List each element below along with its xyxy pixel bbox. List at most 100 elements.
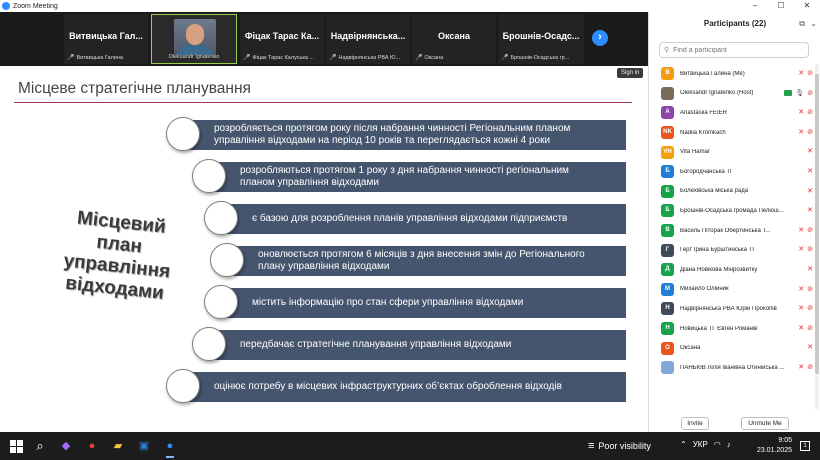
video-tile[interactable]: Оксана 🎤 Оксана (412, 14, 496, 64)
participant-name: Oleksandr Ignatenko (Host) (680, 90, 754, 97)
participant-search[interactable]: ⚲ (659, 42, 809, 58)
mic-muted-icon: ✕ (807, 265, 813, 273)
video-tile[interactable]: Брошнів-Осадс... 🎤 Брошнів-Осадська гр... (498, 14, 584, 64)
participant-row[interactable]: Б Болехівська міська рада ✕ (649, 182, 815, 202)
avatar: О (661, 341, 674, 355)
video-tile[interactable]: Надвірнянська... 🎤 Надвірнянська РВА Ю... (326, 14, 410, 64)
video-tile-active-speaker[interactable]: Oleksandr Ignatenko (151, 14, 237, 64)
zoom-taskbar-icon[interactable]: ● (162, 438, 178, 458)
participant-name: Надвірнянська РВА Юрій Прокопів (680, 305, 777, 312)
avatar: NK (661, 126, 674, 140)
unmute-me-button[interactable]: Unmute Me (741, 417, 789, 430)
search-icon: ⚲ (664, 47, 670, 54)
participant-status-icons: ✕ (807, 187, 813, 195)
slide-title-rule (14, 102, 632, 103)
video-off-icon: ⊘ (807, 226, 813, 234)
video-tile[interactable]: Фіцак Тарас Ка... 🎤 Фіцак Тарас Калуська … (240, 14, 324, 64)
participant-name: ПАНЬКІВ Лілія Іванівна Отинійська ... (680, 364, 785, 371)
video-strip: Витвицька Гал... 🎤 Витвицька Галина Oleks… (0, 12, 648, 66)
participant-row[interactable]: Н Надвірнянська РВА Юрій Прокопів ✕ ⊘ (649, 299, 815, 319)
slide-list-item: оновлюється протягом 6 місяців з дня вне… (228, 246, 626, 276)
invite-button[interactable]: Invite (681, 417, 709, 430)
participants-list: В Витвицька Галина (Me) ✕ ⊘ Oleksandr Ignate… (649, 64, 815, 378)
close-icon[interactable]: ✕ (794, 0, 820, 12)
chevron-down-icon[interactable]: ⌄ (810, 12, 817, 36)
system-tray: ⌃ УКР ◠ ♪ (680, 440, 731, 449)
chrome-icon[interactable]: ● (84, 438, 100, 454)
outlook-icon[interactable]: ▣ (136, 438, 152, 454)
item-line: управління відходами на період 10 років … (214, 135, 551, 146)
mic-muted-icon: 🎤 (415, 55, 423, 61)
participant-row[interactable]: Н Новицька ТГ Євген Романів ✕ ⊘ (649, 319, 815, 339)
tile-name: Надвірнянська... (330, 31, 406, 41)
tile-subtitle: Oleksandr Ignatenko (168, 54, 220, 60)
bullet-circle (204, 285, 238, 319)
participants-footer: Invite Unmute Me (649, 412, 820, 432)
participant-row[interactable]: Б Брошнів-Осадська громада Пелюш... ✕ (649, 201, 815, 221)
slide-title: Місцеве стратегічне планування (18, 80, 251, 97)
weather-widget[interactable]: ≡ Poor visibility (588, 440, 651, 452)
participant-row[interactable]: В Витвицька Галина (Me) ✕ ⊘ (649, 64, 815, 84)
window-title: Zoom Meeting (13, 2, 58, 10)
tile-name: Фіцак Тарас Ка... (244, 31, 320, 41)
clock[interactable]: 9:05 23.01.2025 (752, 436, 792, 456)
participant-row[interactable]: Б Богородчанська ТГ ✕ (649, 162, 815, 182)
item-line: є базою для розроблення планів управлінн… (252, 213, 568, 224)
chevron-up-icon[interactable]: ⌃ (680, 440, 687, 449)
participants-scrollbar[interactable] (815, 64, 819, 409)
mic-muted-icon: ✕ (798, 128, 805, 136)
search-input[interactable] (673, 46, 794, 54)
minimize-icon[interactable]: – (742, 0, 768, 12)
mic-muted-icon: ✕ (807, 207, 813, 215)
language-indicator[interactable]: УКР (693, 440, 708, 449)
participants-header: Participants (22) ⧉ ⌄ (649, 12, 820, 36)
participant-row[interactable]: Oleksandr Ignatenko (Host) 🎙 ⊘ (649, 84, 815, 104)
participant-row[interactable]: Г Герт Ірина Бурштинська ТГ ✕ ⊘ (649, 240, 815, 260)
participant-name: Болехівська міська рада (680, 188, 749, 195)
participant-status-icons: 🎙 ⊘ (784, 89, 813, 97)
avatar: М (661, 282, 674, 296)
window-titlebar: Zoom Meeting – ☐ ✕ (0, 0, 820, 12)
avatar (661, 86, 674, 100)
windows-start-icon[interactable] (8, 438, 24, 454)
mic-muted-icon: ✕ (798, 70, 805, 77)
scrollbar-thumb[interactable] (815, 74, 819, 374)
sign-in-button[interactable]: Sign in (617, 68, 644, 78)
slide-list-item: містить інформацію про стан сфери управл… (222, 288, 626, 318)
participant-name: Anastasiia FEIER (680, 109, 728, 116)
participant-name: Оксана (680, 345, 701, 352)
participant-row[interactable]: ПАНЬКІВ Лілія Іванівна Отинійська ... ✕ ⊘ (649, 358, 815, 378)
file-explorer-icon[interactable]: ▰ (110, 438, 126, 454)
avatar: A (661, 106, 674, 120)
search-icon[interactable]: ⌕ (32, 438, 48, 454)
bullet-circle (192, 327, 226, 361)
wifi-icon[interactable]: ◠ (714, 440, 721, 449)
bullet-circle (166, 369, 200, 403)
next-page-button[interactable]: › (592, 30, 608, 46)
mic-muted-icon: ✕ (798, 285, 805, 293)
copilot-icon[interactable]: ◆ (58, 438, 74, 454)
clock-date: 23.01.2025 (756, 447, 792, 454)
notification-icon[interactable]: 1 (800, 441, 810, 451)
participant-name: Nadiia Kromkach (680, 129, 726, 136)
participant-status-icons: ✕ ⊘ (798, 324, 813, 332)
avatar: Б (661, 184, 674, 198)
participant-status-icons: ✕ (807, 167, 813, 175)
participant-row[interactable]: VH Vita Hamar ✕ (649, 142, 815, 162)
participant-name: Новицька ТГ Євген Романів (680, 325, 758, 332)
volume-icon[interactable]: ♪ (727, 440, 731, 449)
video-on-icon (784, 89, 793, 96)
participant-row[interactable]: A Anastasiia FEIER ✕ ⊘ (649, 103, 815, 123)
mic-muted-icon: ✕ (807, 344, 813, 352)
participant-row[interactable]: Д Діана Новікова Мінрозвитку ✕ (649, 260, 815, 280)
video-tile[interactable]: Витвицька Гал... 🎤 Витвицька Галина (64, 14, 148, 64)
mic-muted-icon: ✕ (798, 246, 805, 254)
pop-out-icon[interactable]: ⧉ (799, 12, 805, 36)
item-line: планом управління відходами (240, 177, 379, 188)
participant-row[interactable]: NK Nadiia Kromkach ✕ ⊘ (649, 123, 815, 143)
participant-row[interactable]: В Василь Піторак Обертинська Т... ✕ ⊘ (649, 221, 815, 241)
participant-row[interactable]: М Михайло Олійник ✕ ⊘ (649, 280, 815, 300)
avatar: В (661, 224, 674, 238)
participant-row[interactable]: О Оксана ✕ (649, 338, 815, 358)
maximize-icon[interactable]: ☐ (768, 0, 794, 12)
